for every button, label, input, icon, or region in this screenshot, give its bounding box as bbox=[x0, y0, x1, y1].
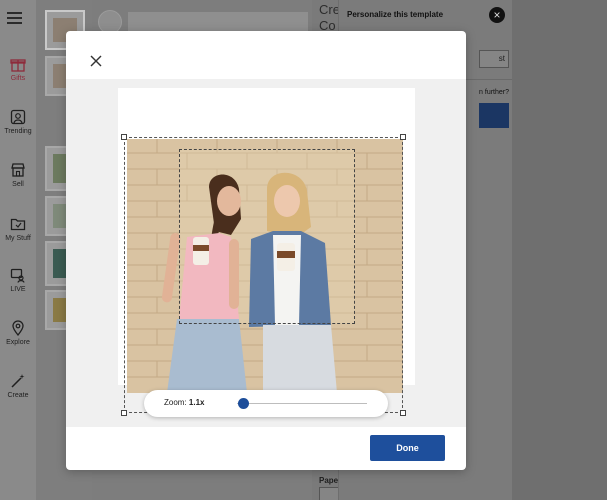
crop-handle-top-left[interactable] bbox=[121, 134, 127, 140]
folder-icon bbox=[10, 218, 26, 231]
rail-item-my-stuff[interactable]: My Stuff bbox=[0, 216, 36, 242]
crop-handle-bottom-left[interactable] bbox=[121, 410, 127, 416]
gift-icon bbox=[10, 59, 26, 72]
rail-label-gifts: Gifts bbox=[10, 75, 26, 82]
panel-close-icon[interactable]: × bbox=[489, 7, 505, 23]
personalize-title: Personalize this template bbox=[347, 10, 444, 19]
zoom-control: Zoom: 1.1x bbox=[144, 390, 388, 417]
crop-frame[interactable] bbox=[124, 137, 403, 413]
image-crop-dialog: Zoom: 1.1x Done bbox=[66, 31, 466, 470]
crop-editor-area: Zoom: 1.1x bbox=[66, 79, 466, 427]
panel-button[interactable]: st bbox=[479, 50, 509, 68]
zoom-value: 1.1x bbox=[188, 398, 205, 407]
close-icon[interactable] bbox=[90, 55, 102, 67]
rail-item-live[interactable]: LIVE bbox=[0, 267, 36, 293]
rail-label-explore: Explore bbox=[6, 339, 30, 346]
rail-item-create[interactable]: Create bbox=[0, 373, 36, 399]
page-background-right bbox=[512, 0, 607, 500]
map-pin-icon bbox=[12, 320, 24, 336]
zoom-slider-handle[interactable] bbox=[238, 398, 249, 409]
rail-label-sell: Sell bbox=[12, 181, 24, 188]
zoom-label-text: Zoom: bbox=[164, 398, 187, 407]
crop-handle-bottom-right[interactable] bbox=[400, 410, 406, 416]
magic-wand-icon bbox=[11, 374, 25, 388]
trending-icon bbox=[10, 109, 26, 125]
rail-label-create: Create bbox=[7, 392, 29, 399]
zoom-label: Zoom: 1.1x bbox=[164, 398, 204, 407]
zoom-slider-track[interactable] bbox=[237, 403, 367, 404]
hamburger-menu-icon[interactable] bbox=[7, 12, 22, 24]
left-nav-rail: Gifts Trending Sell My Stuff LIVE Explor… bbox=[0, 0, 36, 500]
rail-item-trending[interactable]: Trending bbox=[0, 109, 36, 135]
store-icon bbox=[11, 163, 25, 177]
crop-handle-top-right[interactable] bbox=[400, 134, 406, 140]
panel-primary-button[interactable] bbox=[479, 103, 509, 128]
paper-label: Pape bbox=[319, 476, 339, 485]
rail-label-trending: Trending bbox=[4, 128, 32, 135]
rail-item-sell[interactable]: Sell bbox=[0, 162, 36, 188]
rail-item-explore[interactable]: Explore bbox=[0, 320, 36, 346]
rail-item-gifts[interactable]: Gifts bbox=[0, 56, 36, 82]
rail-label-live: LIVE bbox=[10, 286, 26, 293]
rail-label-my-stuff: My Stuff bbox=[5, 235, 31, 242]
live-icon bbox=[10, 268, 25, 283]
product-title-fragment: Cre Co bbox=[319, 2, 340, 33]
done-button[interactable]: Done bbox=[370, 435, 445, 461]
